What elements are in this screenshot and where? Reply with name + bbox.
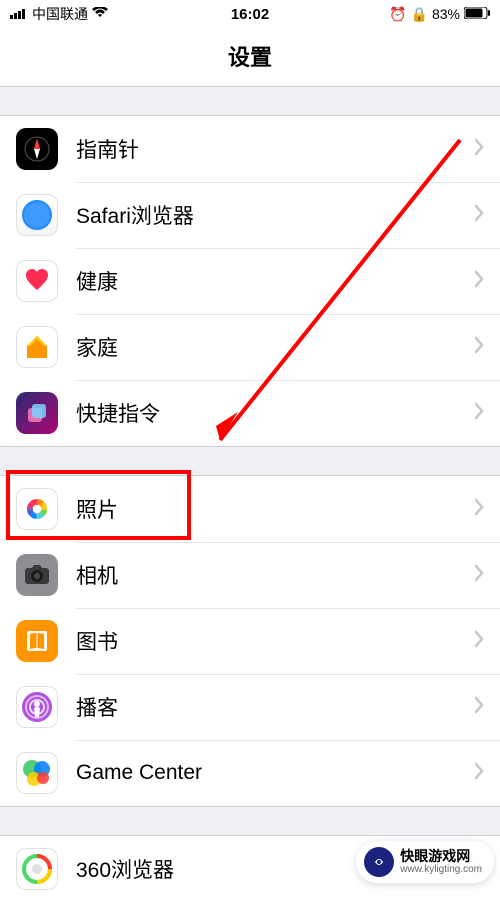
row-label: 播客: [76, 692, 474, 722]
chevron-right-icon: [474, 270, 484, 293]
game-center-icon: [16, 752, 58, 794]
carrier-label: 中国联通: [32, 4, 88, 24]
settings-header: 设置: [0, 28, 500, 87]
chevron-right-icon: [474, 336, 484, 359]
signal-icon: [10, 6, 28, 22]
row-label: 相机: [76, 560, 474, 590]
status-time: 16:02: [231, 6, 269, 23]
health-icon: [16, 260, 58, 302]
home-icon: [16, 326, 58, 368]
camera-icon: [16, 554, 58, 596]
safari-icon: [16, 194, 58, 236]
browser-360-icon: [16, 848, 58, 890]
row-shortcuts[interactable]: 快捷指令: [0, 380, 500, 446]
watermark-url: www.kyligting.com: [400, 864, 482, 875]
wifi-icon: [92, 6, 108, 22]
watermark: 快眼游戏网 www.kyligting.com: [356, 841, 494, 883]
podcasts-icon: [16, 686, 58, 728]
shortcuts-icon: [16, 392, 58, 434]
settings-group-1: 指南针 Safari浏览器 健康 家庭 快捷指令: [0, 115, 500, 447]
lock-rotation-icon: 🔒: [411, 6, 428, 23]
chevron-right-icon: [474, 138, 484, 161]
row-health[interactable]: 健康: [0, 248, 500, 314]
settings-group-2: 照片 相机 图书 播客 Game Center: [0, 475, 500, 807]
row-label: 照片: [76, 494, 474, 524]
alarm-icon: ⏰: [389, 6, 406, 23]
watermark-icon: [364, 847, 394, 877]
page-title: 设置: [0, 40, 500, 72]
row-compass[interactable]: 指南针: [0, 116, 500, 182]
row-books[interactable]: 图书: [0, 608, 500, 674]
compass-icon: [16, 128, 58, 170]
row-safari[interactable]: Safari浏览器: [0, 182, 500, 248]
row-camera[interactable]: 相机: [0, 542, 500, 608]
watermark-title: 快眼游戏网: [400, 849, 482, 864]
row-game-center[interactable]: Game Center: [0, 740, 500, 806]
chevron-right-icon: [474, 564, 484, 587]
row-label: 快捷指令: [76, 398, 474, 428]
status-bar: 中国联通 16:02 ⏰ 🔒 83%: [0, 0, 500, 28]
chevron-right-icon: [474, 402, 484, 425]
row-label: 健康: [76, 266, 474, 296]
row-podcasts[interactable]: 播客: [0, 674, 500, 740]
row-label: 家庭: [76, 332, 474, 362]
row-label: Game Center: [76, 761, 474, 785]
books-icon: [16, 620, 58, 662]
photos-icon: [16, 488, 58, 530]
chevron-right-icon: [474, 498, 484, 521]
row-label: 指南针: [76, 134, 474, 164]
battery-pct: 83%: [432, 6, 460, 22]
chevron-right-icon: [474, 762, 484, 785]
battery-icon: [464, 6, 490, 22]
chevron-right-icon: [474, 696, 484, 719]
chevron-right-icon: [474, 204, 484, 227]
row-photos[interactable]: 照片: [0, 476, 500, 542]
row-label: 图书: [76, 626, 474, 656]
chevron-right-icon: [474, 630, 484, 653]
row-label: Safari浏览器: [76, 200, 474, 230]
row-home[interactable]: 家庭: [0, 314, 500, 380]
